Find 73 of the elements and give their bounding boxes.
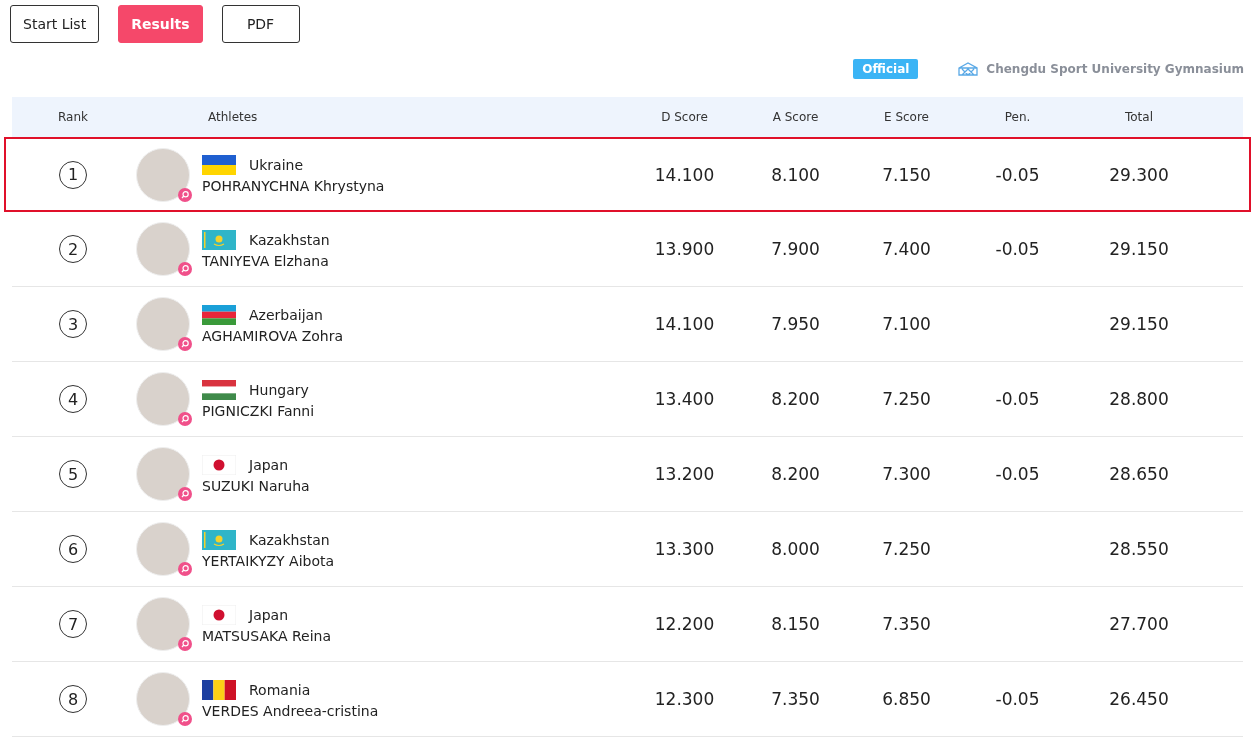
e-score: 7.100: [881, 314, 932, 334]
total-score: 29.150: [1108, 314, 1170, 334]
country-name: Japan: [249, 606, 289, 623]
d-score: 14.100: [653, 314, 716, 334]
penalty: -0.05: [994, 239, 1041, 259]
e-score: 7.250: [881, 539, 932, 559]
athlete-name: MATSUSAKA Reina: [202, 627, 331, 644]
a-score: 7.350: [770, 689, 821, 709]
e-score: 7.300: [881, 464, 932, 484]
column-header: Pen.: [1003, 110, 1032, 124]
avatar-placeholder: [136, 297, 190, 351]
e-score: 6.850: [881, 689, 932, 709]
total-score: 29.300: [1108, 164, 1170, 185]
a-score: 8.000: [770, 539, 821, 559]
country-name: Kazakhstan: [249, 531, 330, 548]
a-score: 8.100: [770, 164, 821, 185]
tab-button[interactable]: PDF: [221, 5, 300, 43]
total-score: 27.700: [1108, 614, 1170, 634]
d-score: 12.300: [653, 689, 716, 709]
column-header: Athletes: [207, 110, 259, 124]
e-score: 7.150: [881, 164, 932, 185]
penalty: -0.05: [994, 164, 1041, 185]
avatar-placeholder: [136, 597, 190, 651]
country-name: Romania: [249, 681, 311, 698]
a-score: 8.200: [770, 389, 821, 409]
e-score: 7.400: [881, 239, 932, 259]
total-score: 28.800: [1108, 389, 1170, 409]
athlete-name: AGHAMIROVA Zohra: [202, 327, 344, 344]
avatar-placeholder: [136, 447, 190, 501]
athlete-name: POHRANYCHNA Khrystyna: [202, 178, 385, 194]
column-header: Rank: [57, 110, 89, 124]
athlete-name: TANIYEVA Elzhana: [202, 252, 330, 269]
column-header: Total: [1124, 110, 1154, 124]
tab-button[interactable]: Start List: [10, 5, 100, 43]
avatar-placeholder: [136, 672, 190, 726]
d-score: 12.200: [653, 614, 716, 634]
stadium-icon: [958, 61, 979, 77]
penalty: -0.05: [994, 689, 1041, 709]
d-score: 13.300: [653, 539, 716, 559]
country-name: Japan: [249, 456, 289, 473]
country-name: Azerbaijan: [249, 306, 323, 323]
e-score: 7.250: [881, 389, 932, 409]
a-score: 8.150: [770, 614, 821, 634]
country-name: Kazakhstan: [249, 231, 330, 248]
avatar-placeholder: [136, 147, 190, 202]
a-score: 7.950: [770, 314, 821, 334]
athlete-name: VERDES Andreea-cristina: [202, 702, 379, 719]
d-score: 13.200: [653, 464, 716, 484]
total-score: 26.450: [1108, 689, 1170, 709]
column-header: D Score: [660, 110, 709, 124]
athlete-name: SUZUKI Naruha: [202, 477, 310, 494]
athlete-name: YERTAIKYZY Aibota: [202, 552, 335, 569]
d-score: 14.100: [653, 164, 716, 185]
d-score: 13.400: [653, 389, 716, 409]
column-header: E Score: [883, 110, 930, 124]
status-badge: Official: [853, 59, 919, 79]
e-score: 7.350: [881, 614, 932, 634]
total-score: 28.550: [1108, 539, 1170, 559]
total-score: 29.150: [1108, 239, 1170, 259]
a-score: 8.200: [770, 464, 821, 484]
d-score: 13.900: [653, 239, 716, 259]
country-name: Hungary: [249, 381, 309, 398]
a-score: 7.900: [770, 239, 821, 259]
penalty: -0.05: [994, 389, 1041, 409]
venue-name: Chengdu Sport University Gymnasium: [986, 62, 1244, 76]
column-header: A Score: [771, 110, 820, 124]
total-score: 28.650: [1108, 464, 1170, 484]
penalty: -0.05: [994, 464, 1041, 484]
athlete-name: PIGNICZKI Fanni: [202, 402, 315, 419]
country-name: Ukraine: [249, 157, 304, 173]
avatar-placeholder: [136, 522, 190, 576]
avatar-placeholder: [136, 222, 190, 276]
avatar-placeholder: [136, 372, 190, 426]
